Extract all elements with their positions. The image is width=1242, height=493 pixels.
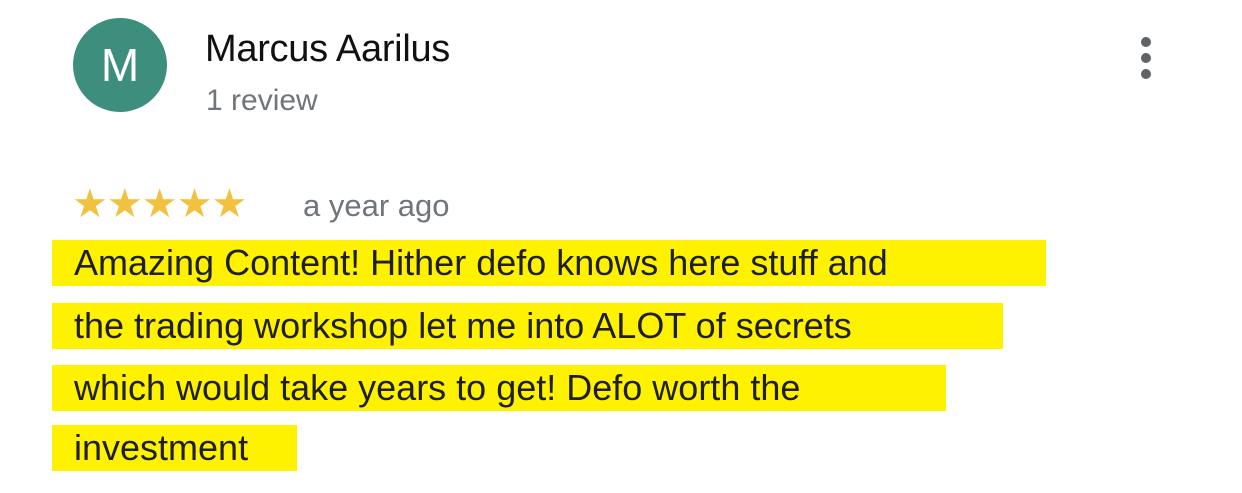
review-line: Amazing Content! Hither defo knows here … bbox=[52, 240, 1046, 286]
more-vert-icon-dot-bottom bbox=[1141, 69, 1151, 79]
review-line: the trading workshop let me into ALOT of… bbox=[52, 303, 1003, 349]
author-name[interactable]: Marcus Aarilus bbox=[205, 28, 450, 71]
star-rating: ★★★★★ bbox=[72, 182, 247, 226]
more-vert-icon-dot-top bbox=[1141, 37, 1151, 47]
review-count[interactable]: 1 review bbox=[206, 84, 318, 118]
review-line: which would take years to get! Defo wort… bbox=[52, 365, 946, 411]
avatar[interactable]: M bbox=[73, 18, 167, 112]
more-options-button[interactable] bbox=[1128, 33, 1164, 83]
review-date: a year ago bbox=[303, 188, 450, 223]
review-line: investment bbox=[52, 425, 297, 471]
more-vert-icon-dot-middle bbox=[1141, 53, 1151, 63]
